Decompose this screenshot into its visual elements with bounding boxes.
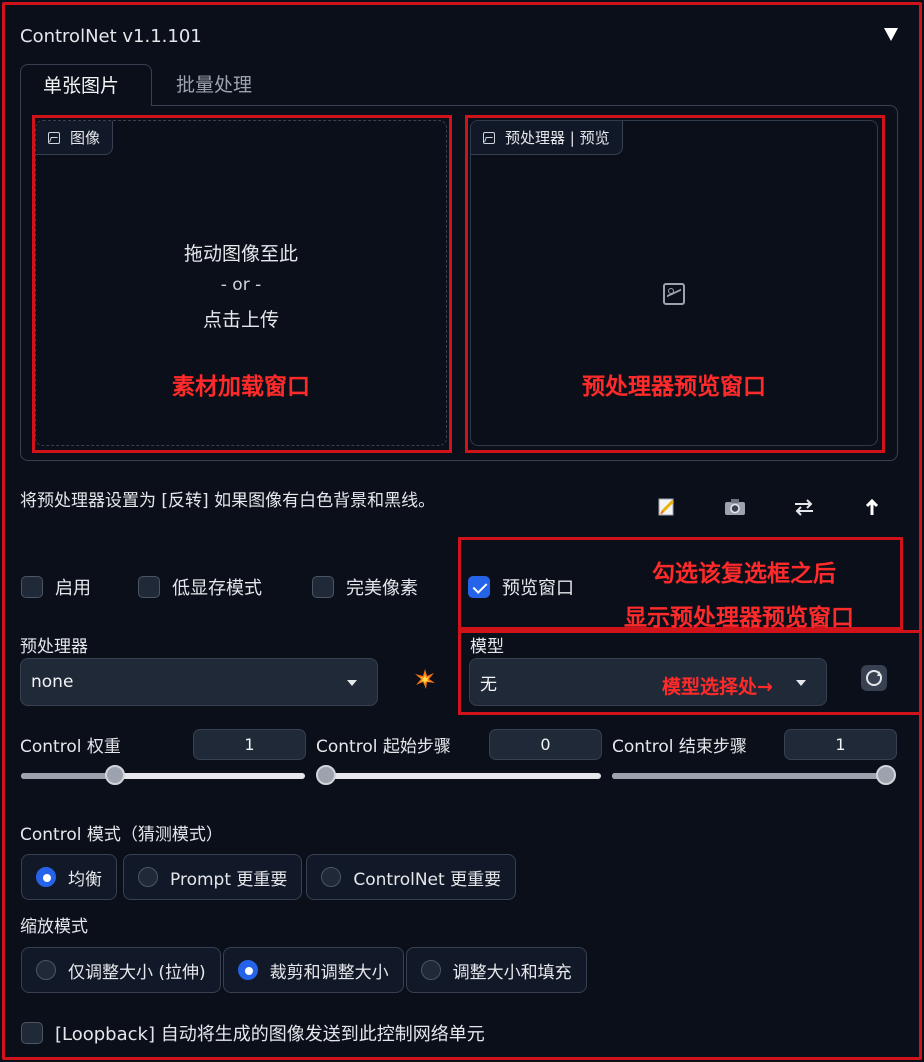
model-label: 模型 <box>470 637 504 657</box>
resize-mode-stretch[interactable]: 仅调整大小 (拉伸) <box>21 947 221 993</box>
preprocessor-value: none <box>31 672 74 692</box>
enable-checkbox[interactable]: 启用 <box>21 574 91 600</box>
camera-icon[interactable] <box>723 496 747 520</box>
radio-dot[interactable] <box>420 960 441 980</box>
control-mode-group: 均衡 Prompt 更重要 ControlNet 更重要 <box>21 854 517 900</box>
radio-label: 均衡 <box>68 869 102 890</box>
checkbox-box[interactable] <box>21 576 43 598</box>
explosion-icon[interactable] <box>413 668 437 692</box>
start-step-input[interactable]: 0 <box>489 729 602 760</box>
annotation-preview-window: 预处理器预览窗口 <box>582 374 766 400</box>
resize-mode-crop[interactable]: 裁剪和调整大小 <box>222 947 404 993</box>
control-mode-label: Control 模式（猜测模式） <box>20 825 223 845</box>
slider-thumb[interactable] <box>876 765 896 785</box>
control-mode-prompt[interactable]: Prompt 更重要 <box>123 854 303 900</box>
control-mode-balanced[interactable]: 均衡 <box>21 854 117 900</box>
model-value: 无 <box>480 674 497 695</box>
radio-dot-selected[interactable] <box>36 867 56 887</box>
image-input-label-text: 图像 <box>70 129 101 147</box>
preview-window-checkbox[interactable]: 预览窗口 <box>468 574 574 600</box>
resize-mode-group: 仅调整大小 (拉伸) 裁剪和调整大小 调整大小和填充 <box>21 947 587 993</box>
invert-hint: 将预处理器设置为 [反转] 如果图像有白色背景和黑线。 <box>20 491 436 511</box>
annotation-checkbox-line2: 显示预处理器预览窗口 <box>624 605 854 631</box>
end-step-input[interactable]: 1 <box>784 729 897 760</box>
annotation-model: 模型选择处→ <box>662 676 773 698</box>
checkbox-box-checked[interactable] <box>468 576 490 598</box>
tab-batch[interactable]: 批量处理 <box>154 64 284 106</box>
enable-label: 启用 <box>55 578 91 599</box>
checkbox-box[interactable] <box>138 576 160 598</box>
checkbox-box[interactable] <box>21 1022 43 1044</box>
swap-icon[interactable] <box>792 496 816 520</box>
tab-single-image[interactable]: 单张图片 <box>20 64 152 106</box>
annotation-checkbox-line1: 勾选该复选框之后 <box>652 561 836 587</box>
loopback-checkbox[interactable]: [Loopback] 自动将生成的图像发送到此控制网络单元 <box>21 1020 485 1046</box>
image-icon <box>48 131 60 144</box>
radio-label: 调整大小和填充 <box>452 962 572 983</box>
edit-icon[interactable] <box>655 496 679 520</box>
chevron-down-icon <box>796 680 806 686</box>
annotation-image-window: 素材加载窗口 <box>172 374 310 400</box>
triangle-down-icon[interactable] <box>884 28 898 41</box>
or-text: - or - <box>220 275 262 295</box>
drop-text: 拖动图像至此 <box>183 243 298 265</box>
radio-label: 裁剪和调整大小 <box>269 962 389 983</box>
slider-thumb[interactable] <box>316 765 336 785</box>
radio-dot-selected[interactable] <box>237 960 258 980</box>
panel-title: ControlNet v1.1.101 <box>20 26 202 47</box>
model-select[interactable]: 无 <box>469 658 827 706</box>
resize-mode-label: 缩放模式 <box>20 917 88 937</box>
weight-label: Control 权重 <box>20 737 121 757</box>
low-vram-label: 低显存模式 <box>172 578 262 599</box>
click-upload-text: 点击上传 <box>202 309 279 331</box>
loopback-label: [Loopback] 自动将生成的图像发送到此控制网络单元 <box>55 1024 485 1045</box>
radio-dot[interactable] <box>138 867 158 887</box>
pixel-perfect-checkbox[interactable]: 完美像素 <box>312 574 418 600</box>
chevron-down-icon <box>347 680 357 686</box>
weight-slider[interactable] <box>21 765 305 785</box>
radio-dot[interactable] <box>321 867 342 887</box>
end-step-slider[interactable] <box>612 765 896 785</box>
checkbox-box[interactable] <box>312 576 334 598</box>
preview-window-label: 预览窗口 <box>502 578 574 599</box>
start-step-label: Control 起始步骤 <box>316 737 451 757</box>
preview-label-text: 预处理器 | 预览 <box>505 129 610 147</box>
start-step-slider[interactable] <box>316 765 601 785</box>
radio-label: 仅调整大小 (拉伸) <box>68 962 206 983</box>
image-icon <box>483 131 495 144</box>
upload-arrow-icon[interactable] <box>860 496 884 520</box>
control-mode-controlnet[interactable]: ControlNet 更重要 <box>306 854 517 900</box>
low-vram-checkbox[interactable]: 低显存模式 <box>138 574 262 600</box>
preprocessor-select[interactable]: none <box>20 658 378 706</box>
refresh-icon[interactable] <box>861 665 887 691</box>
image-placeholder-icon <box>663 283 685 305</box>
end-step-label: Control 结束步骤 <box>612 737 747 757</box>
image-upload-dropzone[interactable]: 图像 拖动图像至此 - or - 点击上传 素材加载窗口 <box>35 120 447 446</box>
image-input-label: 图像 <box>36 121 114 155</box>
preview-label: 预处理器 | 预览 <box>471 121 623 155</box>
preprocessor-label: 预处理器 <box>20 637 88 657</box>
resize-mode-fill[interactable]: 调整大小和填充 <box>405 947 587 993</box>
radio-dot[interactable] <box>36 960 56 980</box>
radio-label: ControlNet 更重要 <box>353 869 502 890</box>
weight-input[interactable]: 1 <box>193 729 306 760</box>
slider-thumb[interactable] <box>104 765 125 785</box>
pixel-perfect-label: 完美像素 <box>346 578 418 599</box>
radio-label: Prompt 更重要 <box>170 869 288 890</box>
